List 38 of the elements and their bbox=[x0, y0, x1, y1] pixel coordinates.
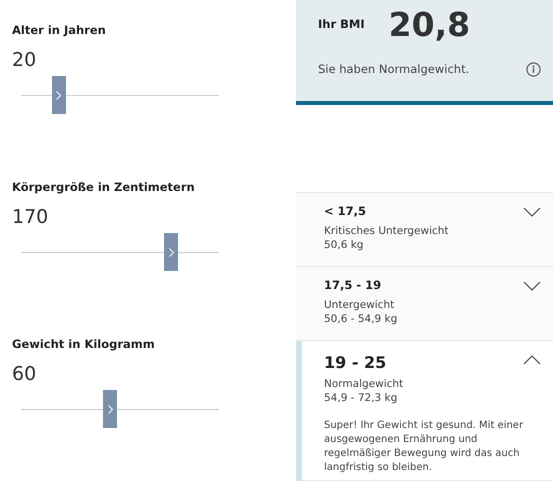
category-item[interactable]: 19 - 25 Normalgewicht 54,9 - 72,3 kg Super! Ihr Gewicht ist gesund. Mit einer ausgewogenen Ernährung und regelmäßiger Bewegung wird das auch langfristig so bleiben. bbox=[296, 341, 553, 482]
field-label: Gewicht in Kilogramm bbox=[12, 336, 156, 353]
category-item[interactable]: 17,5 - 19 Untergewicht 50,6 - 54,9 kg bbox=[296, 267, 553, 341]
expand-button[interactable] bbox=[523, 281, 541, 291]
slider-track[interactable] bbox=[21, 76, 219, 114]
slider-thumb[interactable] bbox=[164, 233, 178, 272]
category-range: 17,5 - 19 bbox=[324, 277, 382, 294]
category-range: < 17,5 bbox=[324, 203, 366, 220]
chevron-down-icon bbox=[523, 281, 541, 291]
chevron-right-icon bbox=[56, 90, 62, 100]
category-weight: 54,9 - 72,3 kg bbox=[324, 391, 398, 406]
slider-thumb[interactable] bbox=[52, 76, 66, 114]
chevron-up-icon bbox=[523, 355, 541, 365]
result-message: Sie haben Normalgewicht. bbox=[318, 60, 470, 78]
category-name: Kritisches Untergewicht bbox=[324, 224, 450, 238]
chevron-right-icon bbox=[108, 404, 113, 414]
field-label: Alter in Jahren bbox=[12, 22, 107, 39]
chevron-down-icon bbox=[523, 207, 541, 217]
field-label: Körpergröße in Zentimetern bbox=[12, 179, 196, 196]
field-value: 60 bbox=[12, 363, 38, 386]
field-value: 20 bbox=[12, 49, 38, 72]
category-description: Super! Ihr Gewicht ist gesund. Mit einer ausgewogenen Ernährung und regelmäßiger Bewegung wird das auch langfristig so bleiben. bbox=[324, 419, 524, 476]
chevron-right-icon bbox=[168, 248, 174, 257]
expand-button[interactable] bbox=[523, 207, 541, 217]
category-weight: 50,6 kg bbox=[324, 238, 364, 253]
category-name: Untergewicht bbox=[324, 298, 396, 312]
info-icon[interactable] bbox=[526, 62, 541, 78]
slider-thumb[interactable] bbox=[103, 390, 118, 428]
category-range: 19 - 25 bbox=[324, 352, 386, 374]
collapse-button[interactable] bbox=[523, 355, 541, 365]
bmi-label: Ihr BMI bbox=[318, 16, 365, 34]
field-value: 170 bbox=[12, 206, 50, 230]
category-item[interactable]: < 17,5 Kritisches Untergewicht 50,6 kg bbox=[296, 193, 553, 267]
category-weight: 50,6 - 54,9 kg bbox=[324, 312, 398, 327]
slider-track[interactable] bbox=[21, 390, 219, 428]
slider-track[interactable] bbox=[21, 233, 219, 272]
bmi-value: 20,8 bbox=[388, 6, 470, 44]
category-name: Normalgewicht bbox=[324, 377, 404, 392]
